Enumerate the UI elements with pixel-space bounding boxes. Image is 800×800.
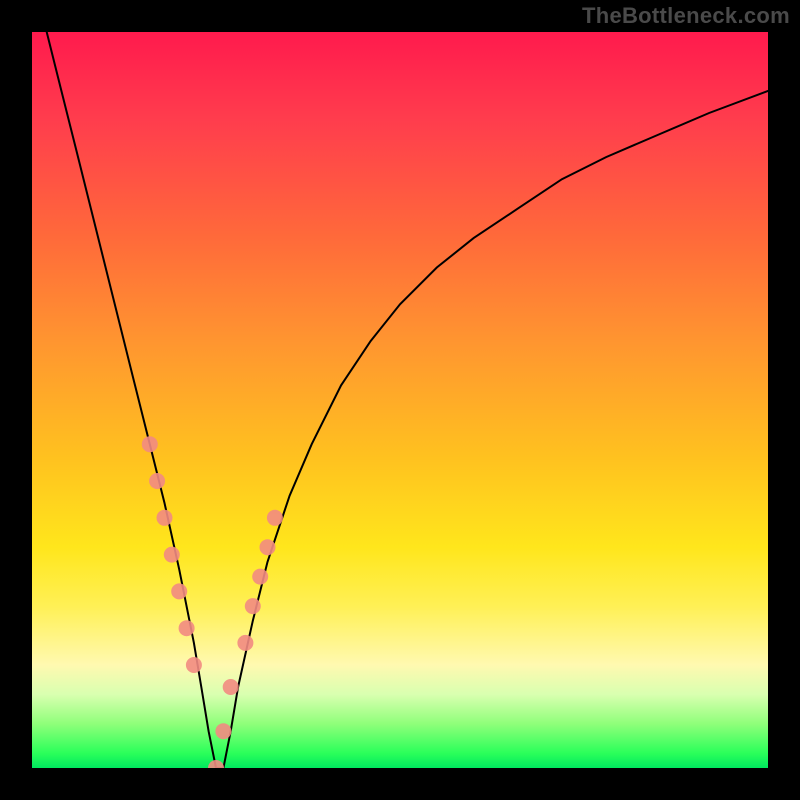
chart-svg	[32, 32, 768, 768]
plot-area	[32, 32, 768, 768]
marker-dot	[252, 569, 268, 585]
bottleneck-curve	[47, 32, 768, 768]
marker-dot	[260, 539, 276, 555]
marker-dot	[171, 583, 187, 599]
marker-dot	[142, 436, 158, 452]
marker-dots	[142, 436, 283, 768]
marker-dot	[186, 657, 202, 673]
marker-dot	[179, 620, 195, 636]
marker-dot	[215, 723, 231, 739]
watermark-text: TheBottleneck.com	[582, 3, 790, 29]
marker-dot	[149, 473, 165, 489]
chart-frame: TheBottleneck.com	[0, 0, 800, 800]
marker-dot	[208, 760, 224, 768]
marker-dot	[267, 510, 283, 526]
marker-dot	[157, 510, 173, 526]
marker-dot	[245, 598, 261, 614]
marker-dot	[164, 547, 180, 563]
marker-dot	[223, 679, 239, 695]
marker-dot	[237, 635, 253, 651]
